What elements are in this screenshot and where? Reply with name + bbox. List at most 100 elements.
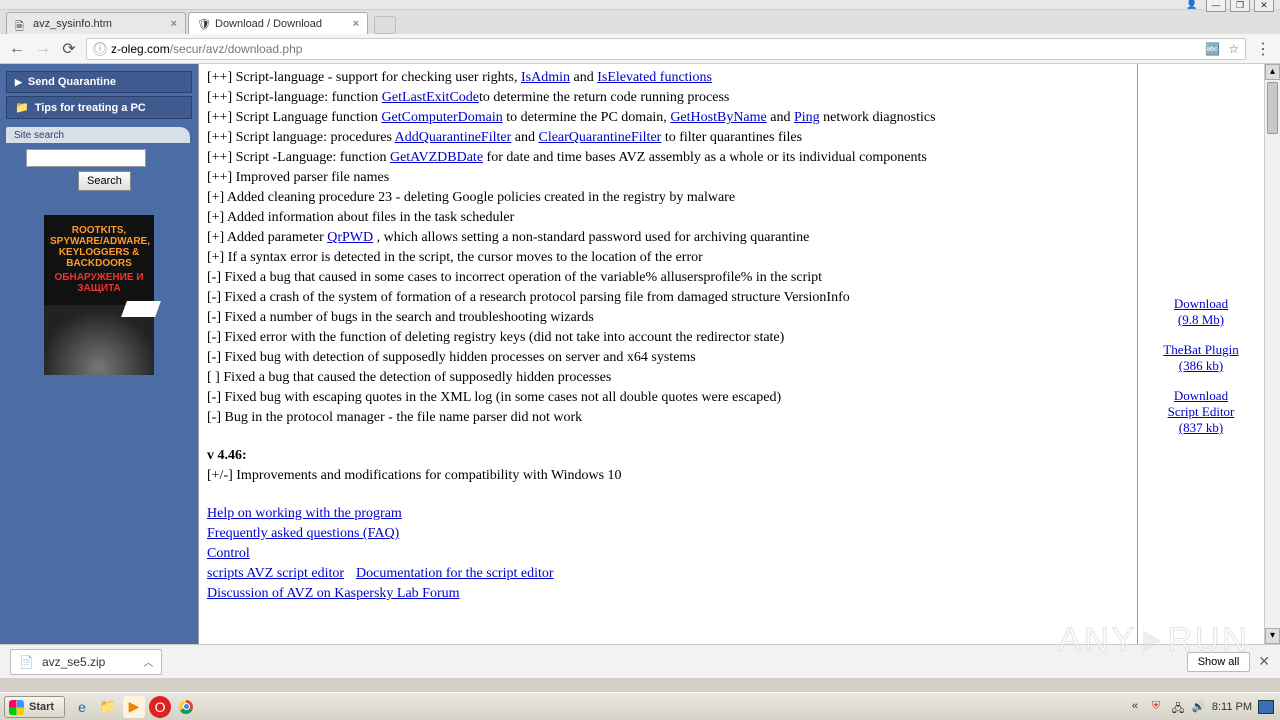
- changelog-line: [++] Script -Language: function GetAVZDB…: [207, 148, 1129, 168]
- book-subtitle: ОБНАРУЖЕНИЕ И ЗАЩИТА: [50, 272, 148, 294]
- footer-link[interactable]: scripts AVZ script editor: [207, 564, 344, 584]
- tab-avz-sysinfo[interactable]: 🗎 avz_sysinfo.htm ×: [6, 12, 186, 34]
- vertical-scrollbar[interactable]: ▴ ▾: [1264, 64, 1280, 644]
- download-item[interactable]: 📄 avz_se5.zip ︿: [10, 649, 162, 675]
- scroll-thumb[interactable]: [1267, 82, 1278, 134]
- download-link[interactable]: Download: [1142, 296, 1260, 312]
- scroll-down-icon[interactable]: ▾: [1265, 628, 1280, 644]
- sidebar-label: Tips for treating a PC: [35, 102, 146, 114]
- changelog-line: [+] If a syntax error is detected in the…: [207, 248, 1129, 268]
- tray-volume-icon[interactable]: 🔊: [1192, 700, 1206, 714]
- changelog-line: [+/-] Improvements and modifications for…: [207, 466, 1129, 486]
- bookmark-star-icon[interactable]: ☆: [1228, 42, 1239, 56]
- browser-tabbar: 🗎 avz_sysinfo.htm × 🛡 Download / Downloa…: [0, 10, 1280, 34]
- send-quarantine-button[interactable]: ▶Send Quarantine: [6, 71, 192, 93]
- close-tab-icon[interactable]: ×: [353, 18, 359, 30]
- inline-link[interactable]: GetLastExitCode: [382, 90, 479, 105]
- tips-button[interactable]: 📁 Tips for treating a PC: [6, 96, 192, 119]
- thebat-size[interactable]: (386 kb): [1142, 358, 1260, 374]
- translate-icon[interactable]: 🔤: [1205, 42, 1220, 56]
- download-shelf: 📄 avz_se5.zip ︿ Show all ✕: [0, 644, 1280, 678]
- thebat-plugin-link[interactable]: TheBat Plugin: [1142, 342, 1260, 358]
- inline-link[interactable]: GetComputerDomain: [381, 110, 502, 125]
- url-host: z-oleg.com: [111, 42, 170, 56]
- new-tab-button[interactable]: [374, 16, 396, 34]
- script-editor-size[interactable]: (837 kb): [1142, 420, 1260, 436]
- inline-link[interactable]: Ping: [794, 110, 820, 125]
- main-content: [++] Script-language - support for check…: [198, 64, 1138, 644]
- script-editor-link[interactable]: Download: [1142, 388, 1260, 404]
- url-path: /secur/avz/download.php: [170, 42, 303, 56]
- user-icon[interactable]: 👤: [1182, 0, 1202, 12]
- site-info-icon[interactable]: ⓘ: [93, 42, 107, 56]
- address-bar[interactable]: ⓘ z-oleg.com/secur/avz/download.php 🔤 ☆: [86, 38, 1246, 60]
- footer-link[interactable]: Frequently asked questions (FAQ): [207, 524, 399, 544]
- close-shelf-icon[interactable]: ✕: [1258, 653, 1270, 670]
- book-line: ROOTKITS,: [72, 225, 126, 236]
- maximize-button[interactable]: ❐: [1230, 0, 1250, 12]
- tray-clock[interactable]: 8:11 PM: [1212, 701, 1252, 713]
- scroll-up-icon[interactable]: ▴: [1265, 64, 1280, 80]
- changelog-line: [-] Fixed a bug that caused in some case…: [207, 268, 1129, 288]
- tab-download[interactable]: 🛡 Download / Download ×: [188, 12, 368, 34]
- folder-icon: 📁: [15, 101, 29, 114]
- inline-link[interactable]: QrPWD: [327, 230, 373, 245]
- page-body: ▶Send Quarantine 📁 Tips for treating a PC…: [0, 64, 1280, 644]
- changelog-line: [-] Bug in the protocol manager - the fi…: [207, 408, 1129, 428]
- changelog-line: [+] Added information about files in the…: [207, 208, 1129, 228]
- changelog-line: [+] Added parameter QrPWD , which allows…: [207, 228, 1129, 248]
- book-cover-image[interactable]: ROOTKITS,SPYWARE/ADWARE,KEYLOGGERS &BACK…: [44, 215, 154, 375]
- system-tray: « ⛨ 🖧 🔊 8:11 PM: [1132, 700, 1280, 714]
- tray-shield-icon[interactable]: ⛨: [1152, 700, 1166, 714]
- left-sidebar: ▶Send Quarantine 📁 Tips for treating a PC…: [0, 64, 198, 644]
- tab-title: Download / Download: [215, 18, 322, 30]
- fingerprint-graphic: [44, 305, 154, 375]
- inline-link[interactable]: IsElevated functions: [597, 70, 712, 85]
- ie-icon[interactable]: e: [71, 696, 93, 718]
- changelog-line: [-] Fixed bug with detection of supposed…: [207, 348, 1129, 368]
- zip-icon: 📄: [19, 655, 34, 669]
- show-all-downloads-button[interactable]: Show all: [1187, 652, 1251, 672]
- forward-button[interactable]: →: [34, 40, 52, 58]
- script-editor-link2[interactable]: Script Editor: [1142, 404, 1260, 420]
- sidebar-label: Send Quarantine: [28, 76, 116, 88]
- footer-link[interactable]: Discussion of AVZ on Kaspersky Lab Forum: [207, 584, 460, 604]
- close-tab-icon[interactable]: ×: [171, 18, 177, 30]
- changelog-line: [-] Fixed bug with escaping quotes in th…: [207, 388, 1129, 408]
- reload-button[interactable]: ⟳: [60, 39, 78, 59]
- changelog-line: [++] Script Language function GetCompute…: [207, 108, 1129, 128]
- tray-network-icon[interactable]: 🖧: [1172, 700, 1186, 714]
- footer-link[interactable]: Control: [207, 544, 250, 564]
- footer-link[interactable]: Help on working with the program: [207, 504, 402, 524]
- tab-title: avz_sysinfo.htm: [33, 18, 112, 30]
- inline-link[interactable]: IsAdmin: [521, 70, 570, 85]
- book-line: SPYWARE/ADWARE,: [50, 236, 150, 247]
- inline-link[interactable]: AddQuarantineFilter: [395, 130, 512, 145]
- search-input[interactable]: [26, 149, 146, 167]
- back-button[interactable]: ←: [8, 40, 26, 58]
- inline-link[interactable]: GetAVZDBDate: [390, 150, 483, 165]
- inline-link[interactable]: ClearQuarantineFilter: [538, 130, 661, 145]
- close-window-button[interactable]: ✕: [1254, 0, 1274, 12]
- start-button[interactable]: Start: [4, 696, 65, 718]
- inline-link[interactable]: GetHostByName: [670, 110, 766, 125]
- bottom-links: Help on working with the program Frequen…: [207, 504, 1129, 604]
- minimize-button[interactable]: —: [1206, 0, 1226, 12]
- site-search-label: Site search: [6, 127, 190, 143]
- version-header: v 4.46:: [207, 446, 1129, 466]
- explorer-icon[interactable]: 📁: [97, 696, 119, 718]
- browser-toolbar: ← → ⟳ ⓘ z-oleg.com/secur/avz/download.ph…: [0, 34, 1280, 64]
- changelog-line: [++] Script-language: function GetLastEx…: [207, 88, 1129, 108]
- footer-link[interactable]: Documentation for the script editor: [356, 564, 554, 584]
- chrome-icon[interactable]: [175, 696, 197, 718]
- tray-expand-icon[interactable]: «: [1132, 700, 1146, 714]
- menu-icon[interactable]: ⋮: [1254, 39, 1272, 59]
- avz-icon: 🛡: [197, 18, 209, 30]
- media-player-icon[interactable]: ▶: [123, 696, 145, 718]
- chevron-up-icon[interactable]: ︿: [143, 654, 153, 669]
- show-desktop-icon[interactable]: [1258, 700, 1274, 714]
- book-line: BACKDOORS: [66, 258, 132, 269]
- download-size[interactable]: (9.8 Mb): [1142, 312, 1260, 328]
- opera-icon[interactable]: O: [149, 696, 171, 718]
- search-button[interactable]: Search: [78, 171, 131, 191]
